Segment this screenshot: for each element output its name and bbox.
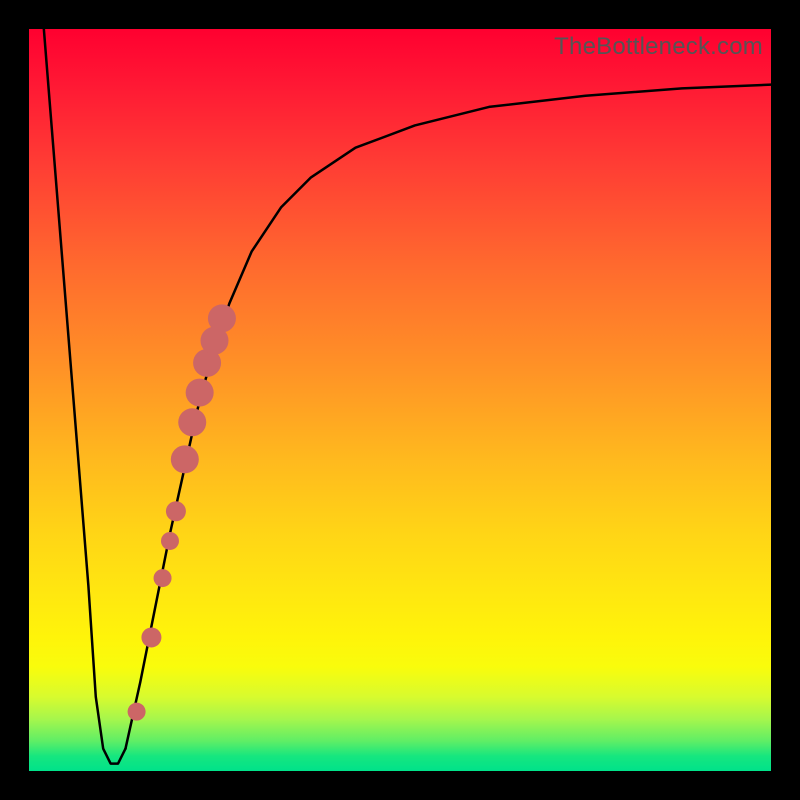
lines-layer [44, 29, 771, 764]
watermark-text: TheBottleneck.com [554, 33, 763, 61]
thick-bar-on-rise-dot [178, 408, 206, 436]
chart-svg [29, 29, 771, 771]
dots-on-rise-dot [154, 569, 172, 587]
bottom-tick-marker-dot [128, 703, 146, 721]
thick-bar-on-rise-dot [171, 445, 199, 473]
dots-on-rise-dot [166, 501, 186, 521]
thick-bar-on-rise-dot [208, 304, 236, 332]
dots-on-rise-dot [141, 627, 161, 647]
chart-frame: TheBottleneck.com [0, 0, 800, 800]
left-dip-line-path [44, 29, 126, 764]
thick-bar-on-rise-dot [186, 379, 214, 407]
right-rise-line-path [125, 85, 771, 749]
plot-area: TheBottleneck.com [29, 29, 771, 771]
dots-on-rise-dot [161, 532, 179, 550]
